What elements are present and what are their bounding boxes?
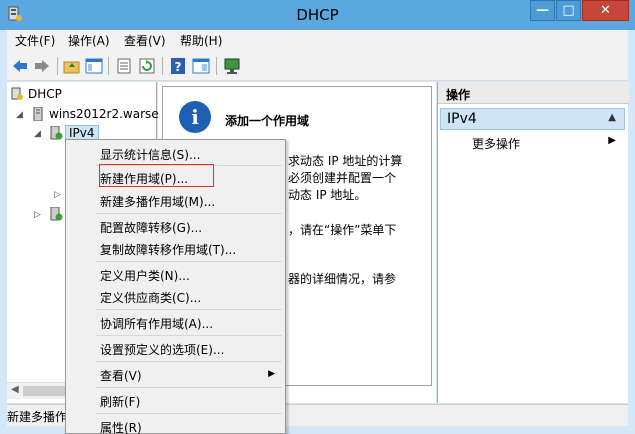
context-menu: 显示统计信息(S)... 新建作用域(P)... 新建多播作用域(M)... 配… (65, 139, 286, 434)
menu-item-define-user-classes[interactable]: 定义用户类(N)... (100, 267, 190, 284)
dhcp-icon (11, 87, 23, 100)
toolbar-separator (216, 57, 217, 75)
menu-file[interactable]: 文件(F) (15, 32, 55, 49)
status-text: 新建多播作 (7, 410, 68, 424)
more-actions-item[interactable]: 更多操作 (472, 135, 520, 152)
toolbar-separator (57, 57, 58, 75)
server-icon (33, 107, 43, 121)
menu-separator (96, 335, 282, 336)
submenu-arrow-icon: ▶ (608, 135, 616, 146)
info-text-line: 求动态 IP 地址的计算 (288, 154, 403, 168)
expand-arrow-icon[interactable]: ▷ (54, 190, 61, 200)
info-icon: i (179, 101, 211, 133)
maximize-button[interactable]: □ (556, 0, 581, 21)
ipv4-icon (50, 126, 63, 140)
scroll-left-icon[interactable]: ◀ (11, 384, 19, 395)
info-text-line: 必须创建并配置一个 (288, 171, 397, 185)
properties-icon[interactable] (115, 57, 133, 75)
refresh-icon[interactable] (138, 57, 156, 75)
menu-help[interactable]: 帮助(H) (180, 32, 222, 49)
menu-item-reconcile-all-scopes[interactable]: 协调所有作用域(A)... (100, 315, 213, 332)
actions-section-ipv4[interactable]: IPv4 ▲ (440, 108, 625, 130)
info-title: 添加一个作用域 (225, 114, 310, 128)
menu-item-set-predefined-options[interactable]: 设置预定义的选项(E)... (100, 341, 224, 358)
menu-separator (96, 413, 282, 414)
toolbar-separator (162, 57, 163, 75)
collapse-arrow-icon[interactable]: ◢ (34, 129, 41, 139)
menu-item-replicate-failover-scopes[interactable]: 复制故障转移作用域(T)... (100, 241, 236, 258)
ipv6-icon (50, 207, 63, 221)
back-icon[interactable] (11, 57, 29, 75)
menu-item-refresh[interactable]: 刷新(F) (100, 393, 140, 410)
folder-up-icon[interactable] (63, 57, 81, 75)
collapse-arrow-icon[interactable]: ◢ (16, 110, 23, 120)
monitor-icon[interactable] (223, 57, 241, 75)
help-icon[interactable]: ? (169, 57, 187, 75)
actions-pane: 操作 IPv4 ▲ 更多操作 ▶ (437, 82, 629, 403)
actions-header: 操作 (438, 82, 629, 104)
menu-view[interactable]: 查看(V) (124, 32, 166, 49)
help-topics-icon[interactable] (192, 57, 210, 75)
collapse-section-icon[interactable]: ▲ (608, 112, 616, 123)
expand-arrow-icon[interactable]: ▷ (34, 210, 41, 220)
menu-item-configure-failover[interactable]: 配置故障转移(G)... (100, 219, 202, 236)
menu-separator (96, 213, 282, 214)
menu-separator (96, 387, 282, 388)
menu-item-show-statistics[interactable]: 显示统计信息(S)... (100, 146, 200, 163)
menu-bar: 文件(F) 操作(A) 查看(V) 帮助(H) (7, 30, 628, 51)
minimize-button[interactable]: — (530, 0, 555, 21)
tree-item-server[interactable]: wins2012r2.warse (49, 107, 159, 121)
menu-separator (96, 361, 282, 362)
menu-action[interactable]: 操作(A) (68, 32, 110, 49)
toolbar: ? (7, 51, 628, 81)
menu-separator (96, 309, 282, 310)
title-bar: DHCP — □ ✕ (0, 0, 635, 30)
info-text-line: 动态 IP 地址。 (288, 188, 367, 202)
info-text-line: 器的详细情况，请参 (288, 272, 397, 286)
menu-item-new-scope[interactable]: 新建作用域(P)... (100, 170, 188, 187)
tree-item-dhcp[interactable]: DHCP (28, 87, 62, 101)
menu-item-new-multicast-scope[interactable]: 新建多播作用域(M)... (100, 193, 215, 210)
menu-item-view[interactable]: 查看(V) (100, 367, 142, 384)
submenu-arrow-icon: ▶ (268, 369, 275, 379)
toolbar-separator (108, 57, 109, 75)
svg-text:?: ? (175, 60, 182, 74)
show-hide-tree-icon[interactable] (85, 57, 103, 75)
menu-separator (96, 261, 282, 262)
menu-item-define-vendor-classes[interactable]: 定义供应商类(C)... (100, 289, 201, 306)
forward-icon[interactable] (33, 57, 51, 75)
info-text-line: ，请在“操作”菜单下 (288, 223, 397, 237)
menu-item-properties[interactable]: 属性(R) (100, 419, 142, 434)
close-button[interactable]: ✕ (582, 0, 629, 21)
